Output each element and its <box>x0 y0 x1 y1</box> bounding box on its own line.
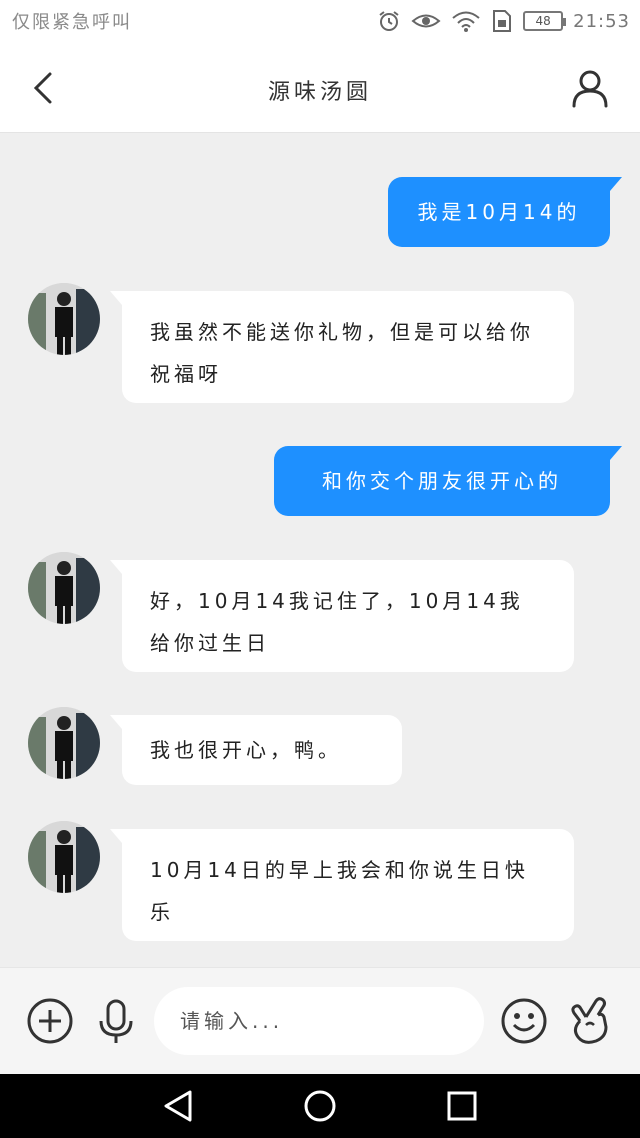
status-time: 21:53 <box>573 10 630 32</box>
plus-circle-icon <box>26 998 74 1049</box>
incoming-message[interactable]: 10月14日的早上我会和你说生日快乐 <box>110 829 574 941</box>
square-recent-icon <box>444 1091 480 1128</box>
avatar[interactable] <box>28 821 100 893</box>
finger-heart-icon <box>566 997 614 1051</box>
battery-indicator: 48 <box>523 11 567 31</box>
nav-home-button[interactable] <box>302 1088 338 1124</box>
alarm-clock-icon <box>377 9 401 33</box>
nav-recent-button[interactable] <box>444 1088 480 1124</box>
incoming-message[interactable]: 我虽然不能送你礼物，但是可以给你祝福呀 <box>110 291 574 403</box>
avatar[interactable] <box>28 283 100 355</box>
carrier-status-text: 仅限紧急呼叫 <box>12 12 132 33</box>
message-text: 我虽然不能送你礼物，但是可以给你祝福呀 <box>150 320 534 386</box>
microphone-icon <box>92 999 140 1049</box>
chat-header: 源味汤圆 <box>0 44 640 133</box>
message-text: 我是10月14的 <box>417 200 581 224</box>
system-nav-bar <box>0 1074 640 1138</box>
user-icon <box>570 70 610 112</box>
message-text: 10月14日的早上我会和你说生日快乐 <box>150 858 529 924</box>
circle-home-icon <box>302 1090 338 1128</box>
eye-icon <box>411 10 441 32</box>
status-icons: 48 21:53 <box>377 6 630 36</box>
add-button[interactable] <box>26 997 74 1045</box>
status-bar: 仅限紧急呼叫 48 21:53 <box>0 0 640 44</box>
triangle-back-icon <box>160 1090 196 1128</box>
profile-button[interactable] <box>570 68 610 108</box>
outgoing-message[interactable]: 和你交个朋友很开心的 <box>274 446 622 516</box>
voice-button[interactable] <box>92 997 140 1045</box>
emoji-button[interactable] <box>500 997 548 1045</box>
outgoing-message[interactable]: 我是10月14的 <box>388 177 622 247</box>
message-text: 我也很开心，鸭。 <box>150 738 342 762</box>
incoming-message[interactable]: 我也很开心，鸭。 <box>110 715 402 785</box>
message-input[interactable] <box>154 987 484 1055</box>
chat-area[interactable]: 我是10月14的 我虽然不能送你礼物，但是可以给你祝福呀 和你交个朋友很开心的 … <box>0 133 640 967</box>
wifi-icon <box>451 10 481 32</box>
nav-back-button[interactable] <box>160 1088 196 1124</box>
message-input-bar <box>0 967 640 1075</box>
avatar[interactable] <box>28 707 100 779</box>
avatar[interactable] <box>28 552 100 624</box>
chat-title: 源味汤圆 <box>267 80 372 105</box>
sim-card-icon <box>491 9 513 33</box>
smiley-icon <box>500 998 548 1049</box>
message-text: 和你交个朋友很开心的 <box>322 469 562 493</box>
gesture-button[interactable] <box>566 995 614 1044</box>
incoming-message[interactable]: 好，10月14我记住了，10月14我给你过生日 <box>110 560 574 672</box>
message-text: 好，10月14我记住了，10月14我给你过生日 <box>150 589 524 655</box>
